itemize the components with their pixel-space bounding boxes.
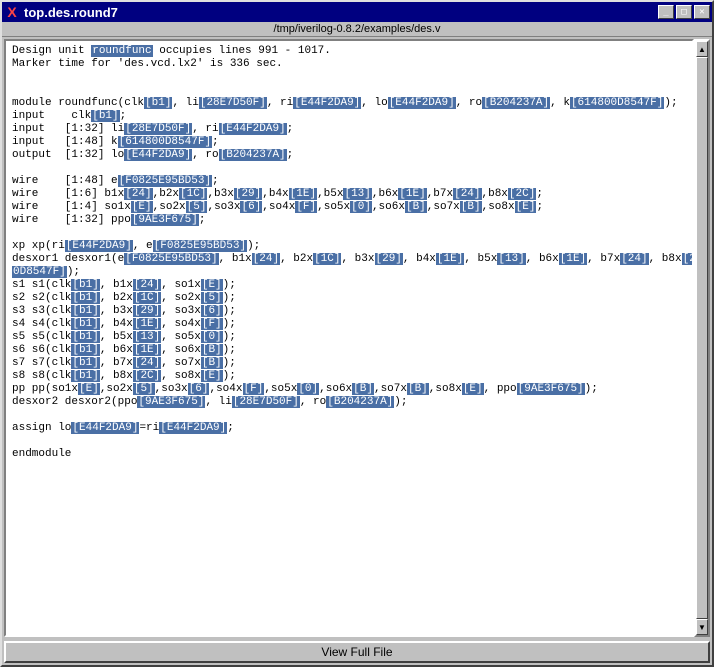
view-full-file-button[interactable]: View Full File: [4, 641, 710, 663]
close-button[interactable]: ✕: [694, 5, 710, 19]
window-controls: _ □ ✕: [656, 5, 710, 19]
header-line1-suffix: occupies lines 991 - 1017.: [153, 45, 331, 57]
vertical-scrollbar[interactable]: ▲ ▼: [694, 39, 710, 637]
header-line2: Marker time for 'des.vcd.lx2' is 336 sec…: [12, 58, 283, 70]
path-bar: /tmp/iverilog-0.8.2/examples/des.v: [2, 22, 712, 37]
header-line1-prefix: Design unit: [12, 45, 91, 57]
window-title: top.des.round7: [24, 5, 656, 20]
app-icon: X: [4, 4, 20, 20]
scroll-down-button[interactable]: ▼: [696, 619, 708, 635]
titlebar: X top.des.round7 _ □ ✕: [2, 2, 712, 22]
minimize-button[interactable]: _: [658, 5, 674, 19]
scroll-track[interactable]: [696, 57, 708, 619]
code-viewer[interactable]: Design unit roundfunc occupies lines 991…: [4, 39, 694, 637]
window: X top.des.round7 _ □ ✕ /tmp/iverilog-0.8…: [0, 0, 714, 667]
scroll-up-button[interactable]: ▲: [696, 41, 708, 57]
maximize-button[interactable]: □: [676, 5, 692, 19]
bottom-bar: View Full File: [2, 639, 712, 665]
scroll-thumb[interactable]: [696, 57, 708, 619]
content: Design unit roundfunc occupies lines 991…: [2, 37, 712, 639]
design-unit-highlight: roundfunc: [91, 45, 152, 57]
